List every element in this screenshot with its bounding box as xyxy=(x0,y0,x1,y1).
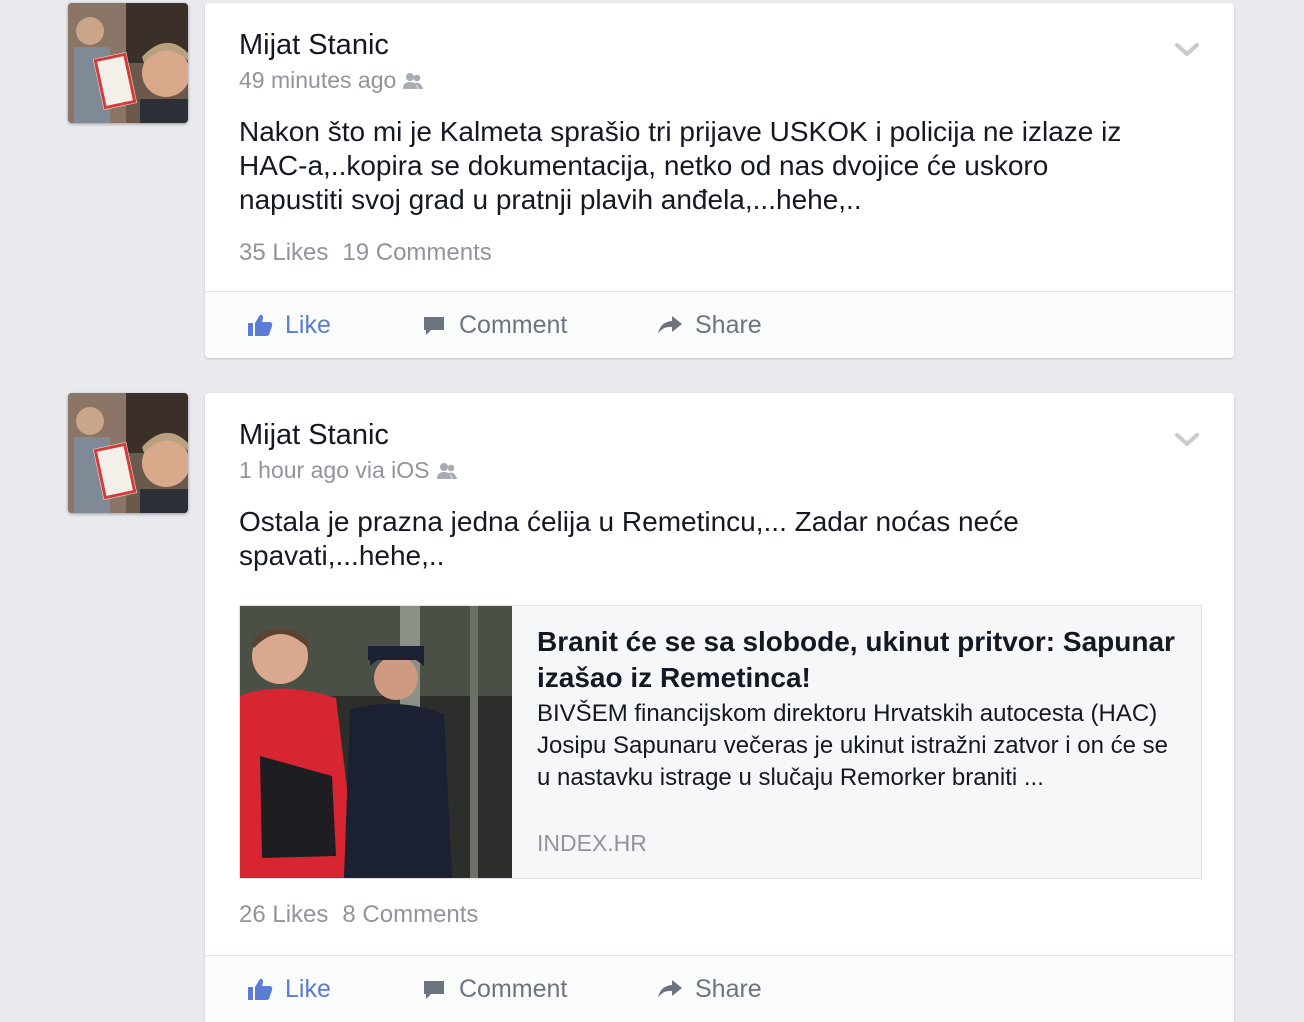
comment-button[interactable]: Comment xyxy=(421,956,567,1022)
post-meta: 1 hour ago via iOS xyxy=(239,457,458,484)
share-label: Share xyxy=(695,310,762,339)
feed-post: Mijat Stanic 49 minutes ago Nakon što mi… xyxy=(205,3,1234,358)
likes-count[interactable]: 26 Likes xyxy=(239,901,328,928)
author-avatar[interactable] xyxy=(68,3,188,123)
share-label: Share xyxy=(695,974,762,1003)
post-stats: 26 Likes 8 Comments xyxy=(239,901,492,929)
share-arrow-icon xyxy=(658,980,682,998)
speech-bubble-icon xyxy=(424,317,444,335)
link-description: BIVŠEM financijskom direktoru Hrvatskih … xyxy=(537,700,1168,791)
friends-icon xyxy=(403,72,424,89)
post-stats: 35 Likes 19 Comments xyxy=(239,239,506,267)
share-button[interactable]: Share xyxy=(657,956,762,1022)
like-button[interactable]: Like xyxy=(247,956,331,1022)
author-name[interactable]: Mijat Stanic xyxy=(239,419,389,452)
likes-count[interactable]: 35 Likes xyxy=(239,239,328,266)
avatar-photo xyxy=(68,3,188,123)
comments-count[interactable]: 8 Comments xyxy=(342,901,478,928)
like-button[interactable]: Like xyxy=(247,292,331,358)
link-title[interactable]: Branit će se sa slobode, ukinut pritvor:… xyxy=(537,624,1177,696)
link-source: INDEX.HR xyxy=(537,830,647,856)
link-preview-image[interactable] xyxy=(240,606,512,878)
share-button[interactable]: Share xyxy=(657,292,762,358)
chevron-down-icon[interactable] xyxy=(1174,431,1200,449)
post-text: Ostala je prazna jedna ćelija u Remetinc… xyxy=(239,506,1019,571)
comment-label: Comment xyxy=(459,974,568,1003)
like-label: Like xyxy=(285,310,331,339)
post-actions-bar: Like Comment Share xyxy=(205,291,1234,358)
post-actions-bar: Like Comment Share xyxy=(205,955,1234,1022)
author-avatar[interactable] xyxy=(68,393,188,513)
friends-icon xyxy=(436,462,457,479)
link-photo xyxy=(240,606,512,878)
link-preview-card[interactable]: Branit će se sa slobode, ukinut pritvor:… xyxy=(239,605,1202,879)
chevron-down-icon[interactable] xyxy=(1174,41,1200,59)
speech-bubble-icon xyxy=(424,981,444,999)
comment-label: Comment xyxy=(459,310,568,339)
post-text: Nakon što mi je Kalmeta sprašio tri prij… xyxy=(239,116,1122,215)
author-name[interactable]: Mijat Stanic xyxy=(239,29,389,62)
post-meta: 49 minutes ago xyxy=(239,67,424,94)
share-arrow-icon xyxy=(658,316,682,334)
thumbs-up-icon xyxy=(248,314,273,336)
like-label: Like xyxy=(285,974,331,1003)
comments-count[interactable]: 19 Comments xyxy=(342,239,491,266)
avatar-photo xyxy=(68,393,188,513)
post-timestamp[interactable]: 49 minutes ago xyxy=(239,67,396,94)
comment-button[interactable]: Comment xyxy=(421,292,567,358)
feed-post: Mijat Stanic 1 hour ago via iOS Ostala j… xyxy=(205,393,1234,1022)
thumbs-up-icon xyxy=(248,978,273,1000)
post-timestamp[interactable]: 1 hour ago via iOS xyxy=(239,457,430,484)
